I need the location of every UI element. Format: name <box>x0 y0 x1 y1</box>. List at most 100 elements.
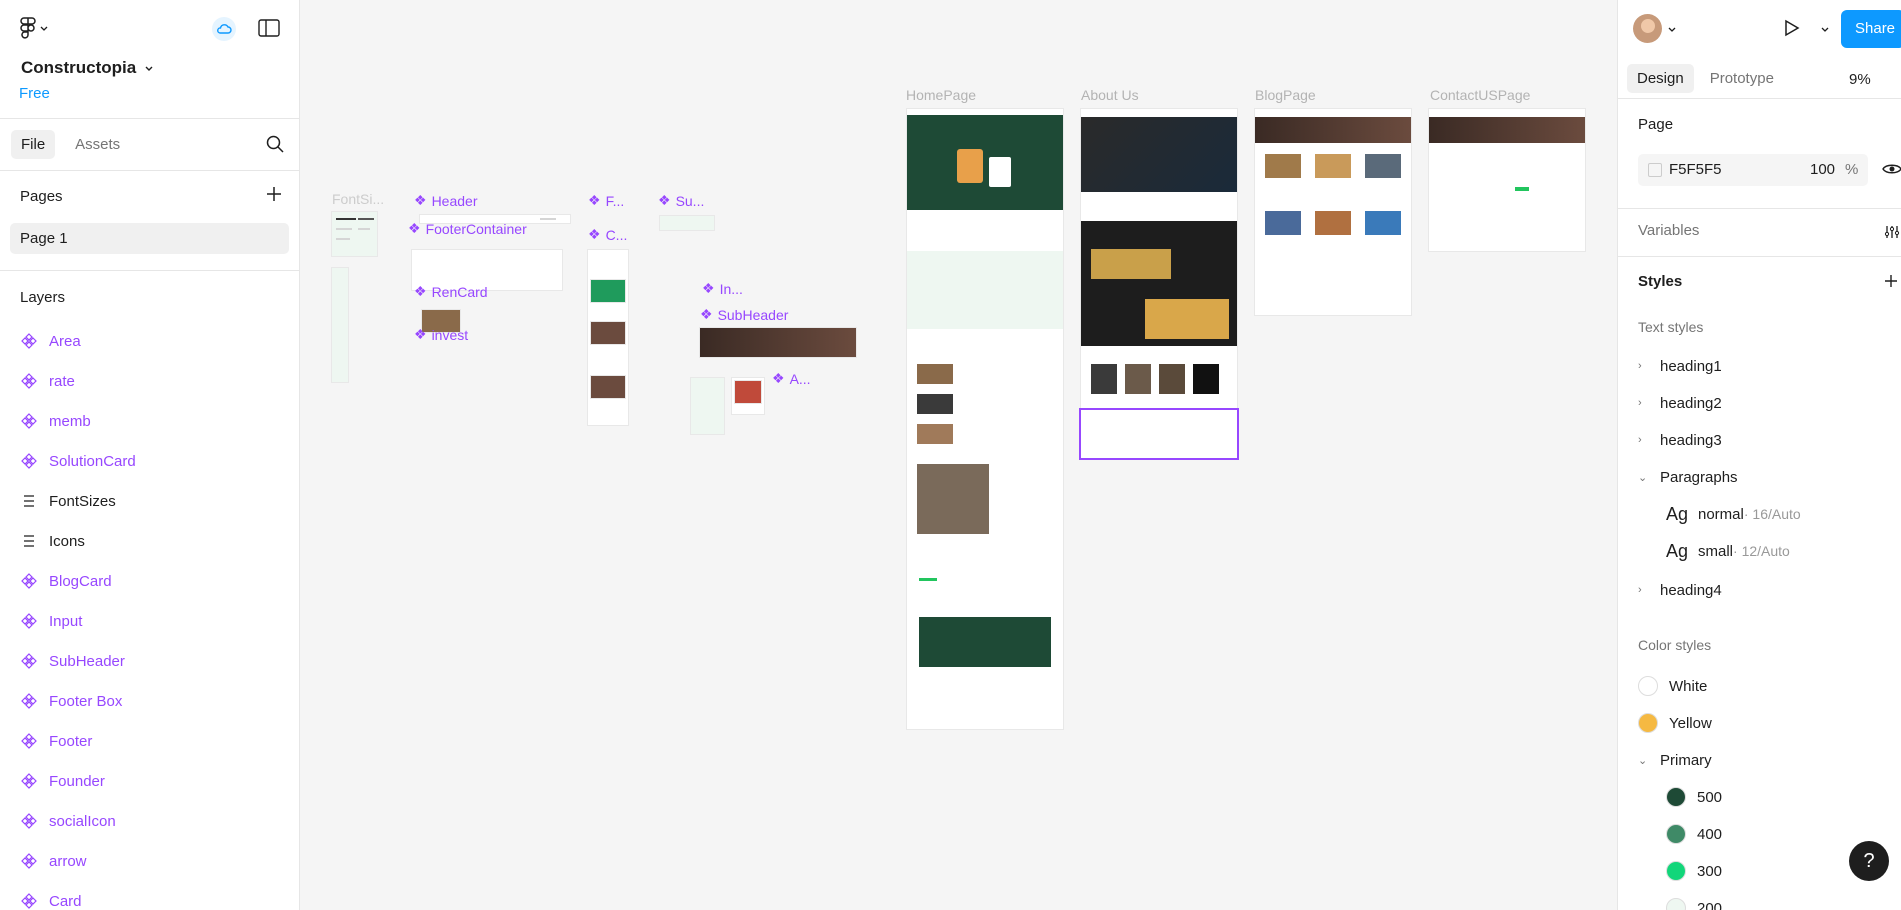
comp-label-a[interactable]: ❖ A... <box>772 370 811 387</box>
homepage-frame[interactable] <box>907 109 1063 729</box>
comp-name: invest <box>431 326 469 343</box>
layer-item[interactable]: socialIcon <box>20 810 116 832</box>
comp-label-invest[interactable]: ❖ invest <box>414 326 468 343</box>
color-style-item[interactable]: 200 <box>1666 897 1722 910</box>
layer-item[interactable]: memb <box>20 410 91 432</box>
chevron-right-icon[interactable]: › <box>1638 584 1660 596</box>
text-style-item[interactable]: ⌄ Paragraphs <box>1638 466 1738 488</box>
text-style-item[interactable]: › heading4 <box>1638 579 1722 601</box>
color-style-item[interactable]: White <box>1638 675 1707 697</box>
chevron-right-icon[interactable]: › <box>1638 434 1660 446</box>
text-style-item[interactable]: › heading1 <box>1638 355 1722 377</box>
chevron-right-icon[interactable]: › <box>1638 397 1660 409</box>
right-toolbar: Share <box>1618 0 1901 59</box>
cards-column[interactable] <box>588 250 628 425</box>
chevron-down-icon[interactable]: ⌄ <box>1638 754 1660 767</box>
component-icon <box>20 373 38 389</box>
frame-label-fontsizes[interactable]: FontSi... <box>332 191 384 207</box>
selection-box[interactable] <box>1079 408 1239 460</box>
sidebar-toggle-button[interactable] <box>258 19 280 42</box>
comp-label-c[interactable]: ❖ C... <box>588 226 627 243</box>
avatar[interactable] <box>1633 14 1662 43</box>
frame-label-homepage[interactable]: HomePage <box>906 87 976 103</box>
zoom-level[interactable]: 9% <box>1849 71 1871 88</box>
color-style-label: Yellow <box>1669 714 1712 732</box>
main-menu-button[interactable] <box>20 17 49 39</box>
layer-item[interactable]: Footer Box <box>20 690 122 712</box>
fontsizes-frame[interactable] <box>332 212 377 256</box>
color-swatch <box>1666 824 1686 844</box>
comp-label-header[interactable]: ❖ Header <box>414 192 477 209</box>
comp-label-in[interactable]: ❖ In... <box>702 280 743 297</box>
background-opacity[interactable]: 100 <box>1810 161 1835 178</box>
comp-label-su[interactable]: ❖ Su... <box>658 192 704 209</box>
component-icon <box>20 773 38 789</box>
color-group-primary[interactable]: ⌄ Primary <box>1638 749 1712 771</box>
share-button[interactable]: Share <box>1841 10 1901 48</box>
comp-label-f[interactable]: ❖ F... <box>588 192 624 209</box>
paragraph-style-item[interactable]: Ag small · 12/Auto <box>1666 540 1790 562</box>
chevron-down-icon[interactable]: ⌄ <box>1638 471 1660 484</box>
icons-frame[interactable] <box>332 268 348 382</box>
about-frame[interactable] <box>1081 109 1237 459</box>
plan-badge[interactable]: Free <box>19 85 50 102</box>
color-style-item[interactable]: 400 <box>1666 823 1722 845</box>
su-component[interactable] <box>660 216 714 230</box>
variables-title[interactable]: Variables <box>1638 222 1699 239</box>
frame-label-about[interactable]: About Us <box>1081 87 1139 103</box>
variables-icon[interactable] <box>1884 224 1900 240</box>
frame-label-blog[interactable]: BlogPage <box>1255 87 1316 103</box>
layer-item[interactable]: arrow <box>20 850 87 872</box>
layer-item[interactable]: Icons <box>20 530 85 552</box>
add-page-button[interactable] <box>265 185 283 208</box>
present-button[interactable] <box>1781 18 1801 43</box>
color-style-item[interactable]: 500 <box>1666 786 1722 808</box>
eye-icon[interactable] <box>1882 162 1901 176</box>
tab-assets[interactable]: Assets <box>65 130 130 159</box>
background-hex[interactable]: F5F5F5 <box>1669 161 1722 178</box>
layer-item[interactable]: Founder <box>20 770 105 792</box>
text-style-item[interactable]: › heading2 <box>1638 392 1722 414</box>
page-background-field[interactable]: F5F5F5 100 % <box>1638 154 1868 186</box>
background-swatch[interactable] <box>1648 163 1662 177</box>
comp-label-subheader[interactable]: ❖ SubHeader <box>700 306 788 323</box>
opacity-unit: % <box>1845 161 1859 178</box>
layer-item[interactable]: SubHeader <box>20 650 125 672</box>
comp-label-rencard[interactable]: ❖ RenCard <box>414 283 488 300</box>
layer-item[interactable]: FontSizes <box>20 490 116 512</box>
tab-prototype[interactable]: Prototype <box>1700 64 1784 93</box>
area-component[interactable] <box>691 378 724 434</box>
founder-component[interactable] <box>732 378 764 414</box>
tab-file[interactable]: File <box>11 130 56 159</box>
plus-icon[interactable] <box>1883 273 1899 289</box>
file-name-button[interactable]: Constructopia <box>21 58 154 78</box>
layer-item[interactable]: BlogCard <box>20 570 112 592</box>
layer-item[interactable]: Input <box>20 610 82 632</box>
frame-label-contact[interactable]: ContactUSPage <box>1430 87 1530 103</box>
cloud-sync-button[interactable] <box>212 17 236 41</box>
subheader-component[interactable] <box>700 328 856 357</box>
tab-design[interactable]: Design <box>1627 64 1694 93</box>
chevron-right-icon[interactable]: › <box>1638 360 1660 372</box>
color-style-item[interactable]: Yellow <box>1638 712 1712 734</box>
contact-frame[interactable] <box>1429 109 1585 251</box>
canvas[interactable]: HomePage About Us BlogPage ContactUSPage… <box>300 0 1617 910</box>
layer-item[interactable]: Footer <box>20 730 92 752</box>
layers-title: Layers <box>20 289 66 306</box>
component-icon <box>20 853 38 869</box>
paragraph-style-item[interactable]: Ag normal · 16/Auto <box>1666 503 1801 525</box>
chevron-down-icon[interactable] <box>1820 24 1830 34</box>
layer-item[interactable]: rate <box>20 370 75 392</box>
chevron-down-icon[interactable] <box>1667 24 1677 34</box>
help-button[interactable]: ? <box>1849 841 1889 881</box>
text-style-item[interactable]: › heading3 <box>1638 429 1722 451</box>
comp-label-footercontainer[interactable]: ❖ FooterContainer <box>408 220 527 237</box>
blog-frame[interactable] <box>1255 109 1411 315</box>
color-style-item[interactable]: 300 <box>1666 860 1722 882</box>
layer-item[interactable]: SolutionCard <box>20 450 136 472</box>
layer-item[interactable]: Card <box>20 890 82 910</box>
component-icon <box>20 693 38 709</box>
layer-item[interactable]: Area <box>20 330 81 352</box>
page-item[interactable]: Page 1 <box>10 223 289 254</box>
search-button[interactable] <box>265 134 285 159</box>
